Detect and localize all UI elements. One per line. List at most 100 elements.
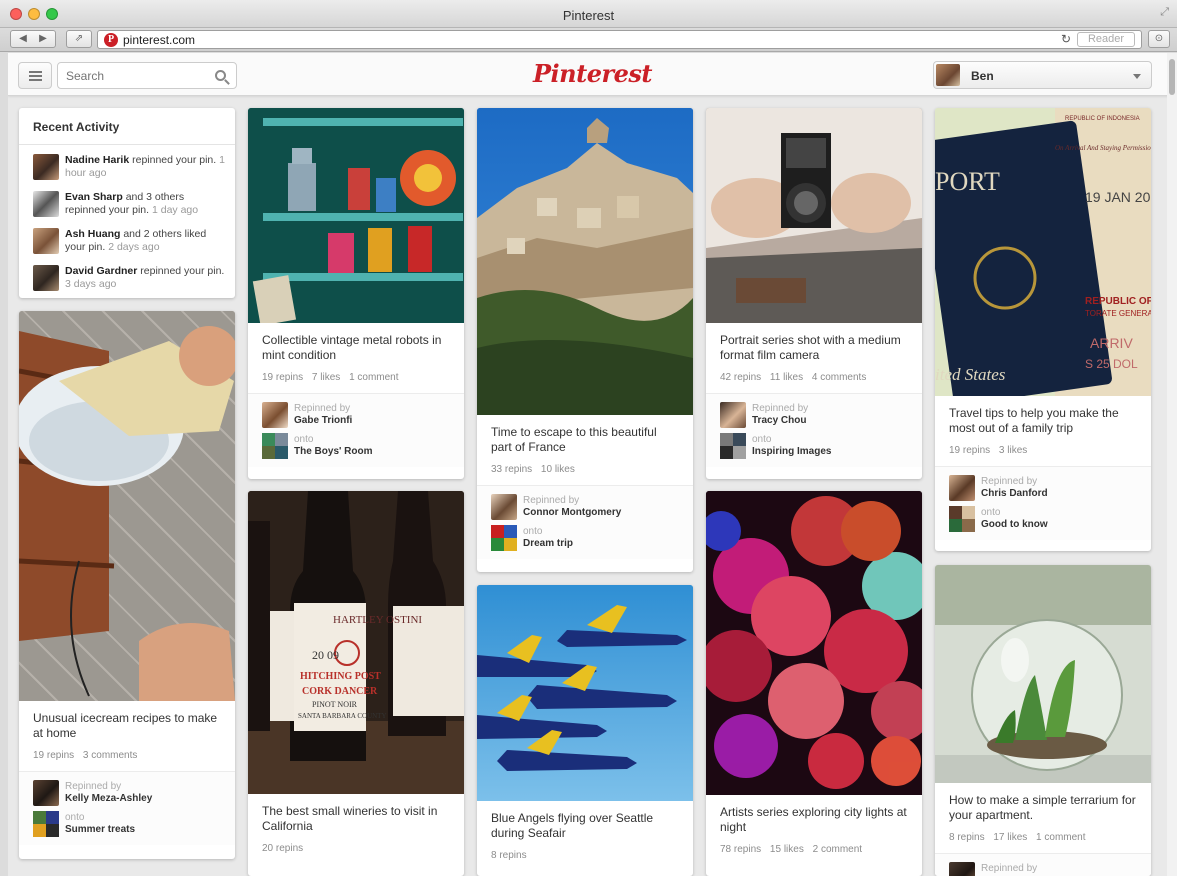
repinned-by-row[interactable]: Repinned by Kelly Meza-Ashley — [33, 780, 221, 806]
pin-card[interactable]: Unusual icecream recipes to make at home… — [19, 311, 235, 859]
repin-count[interactable]: 78 repins — [720, 844, 761, 855]
pin-card[interactable]: PORT ited States REPUBLIC OF INDONESIA O… — [935, 108, 1151, 551]
fullscreen-icon[interactable]: ⤢ — [1160, 6, 1169, 19]
pin-description[interactable]: How to make a simple terrarium for your … — [935, 783, 1151, 823]
repinned-by-row[interactable]: Repinned by — [949, 862, 1137, 876]
pin-card[interactable]: Collectible vintage metal robots in mint… — [248, 108, 464, 479]
board-row[interactable]: onto The Boys' Room — [262, 433, 450, 459]
repin-count[interactable]: 19 repins — [262, 372, 303, 383]
back-icon[interactable]: ◀ — [13, 31, 33, 47]
activity-item[interactable]: Evan Sharp and 3 others repinned your pi… — [19, 191, 235, 219]
avatar[interactable] — [491, 494, 517, 520]
pin-image[interactable] — [477, 108, 693, 415]
like-count[interactable]: 3 likes — [999, 445, 1027, 456]
back-forward-buttons[interactable]: ◀ ▶ — [10, 30, 56, 48]
repinner-name[interactable]: Gabe Trionfi — [294, 415, 352, 427]
comment-count[interactable]: 3 comments — [83, 750, 137, 761]
comment-count[interactable]: 4 comments — [812, 372, 866, 383]
activity-user-name[interactable]: Evan Sharp — [65, 191, 123, 203]
pin-description[interactable]: Artists series exploring city lights at … — [706, 795, 922, 835]
share-button[interactable]: ⇗ — [66, 30, 92, 48]
address-bar[interactable]: P pinterest.com ↻ Reader — [97, 30, 1142, 49]
repin-count[interactable]: 20 repins — [262, 843, 303, 854]
repinner-name[interactable]: Connor Montgomery — [523, 507, 621, 519]
repinned-by-row[interactable]: Repinned by Chris Danford — [949, 475, 1137, 501]
pin-description[interactable]: The best small wineries to visit in Cali… — [248, 794, 464, 834]
downloads-button[interactable]: ⊙ — [1148, 30, 1170, 48]
pin-card[interactable]: HARTLEY OSTINI 20 09 HITCHING POST CORK … — [248, 491, 464, 876]
board-name[interactable]: Summer treats — [65, 824, 135, 836]
pin-image[interactable] — [706, 491, 922, 795]
avatar[interactable] — [949, 862, 975, 876]
activity-user-name[interactable]: Ash Huang — [65, 228, 120, 240]
avatar[interactable] — [33, 780, 59, 806]
like-count[interactable]: 10 likes — [541, 464, 575, 475]
board-thumbnail[interactable] — [491, 525, 517, 551]
board-thumbnail[interactable] — [720, 433, 746, 459]
pin-description[interactable]: Collectible vintage metal robots in mint… — [248, 323, 464, 363]
avatar[interactable] — [33, 154, 59, 180]
pin-image[interactable]: PORT ited States REPUBLIC OF INDONESIA O… — [935, 108, 1151, 396]
pin-image[interactable] — [248, 108, 464, 323]
user-menu[interactable]: Ben — [933, 61, 1152, 89]
avatar[interactable] — [720, 402, 746, 428]
pin-description[interactable]: Unusual icecream recipes to make at home — [19, 701, 235, 741]
board-row[interactable]: onto Inspiring Images — [720, 433, 908, 459]
pin-image[interactable] — [706, 108, 922, 323]
scrollbar-thumb[interactable] — [1169, 59, 1175, 95]
like-count[interactable]: 7 likes — [312, 372, 340, 383]
pin-card[interactable]: Portrait series shot with a medium forma… — [706, 108, 922, 479]
chevron-down-icon[interactable] — [1133, 74, 1141, 79]
like-count[interactable]: 15 likes — [770, 844, 804, 855]
pin-image[interactable]: HARTLEY OSTINI 20 09 HITCHING POST CORK … — [248, 491, 464, 794]
repin-count[interactable]: 19 repins — [33, 750, 74, 761]
board-row[interactable]: onto Summer treats — [33, 811, 221, 837]
activity-item[interactable]: David Gardner repinned your pin. 3 days … — [19, 265, 235, 293]
forward-icon[interactable]: ▶ — [33, 31, 53, 47]
avatar[interactable] — [33, 228, 59, 254]
board-name[interactable]: Dream trip — [523, 538, 573, 550]
pin-description[interactable]: Portrait series shot with a medium forma… — [706, 323, 922, 363]
board-row[interactable]: onto Dream trip — [491, 525, 679, 551]
pin-card[interactable]: Time to escape to this beautiful part of… — [477, 108, 693, 572]
comment-count[interactable]: 2 comment — [813, 844, 862, 855]
pin-card[interactable]: Blue Angels flying over Seattle during S… — [477, 585, 693, 876]
repin-count[interactable]: 19 repins — [949, 445, 990, 456]
board-thumbnail[interactable] — [262, 433, 288, 459]
page-scrollbar[interactable] — [1167, 53, 1177, 876]
user-name[interactable]: Ben — [971, 69, 994, 83]
avatar[interactable] — [33, 191, 59, 217]
pin-image[interactable] — [477, 585, 693, 801]
board-name[interactable]: Inspiring Images — [752, 446, 831, 458]
repin-count[interactable]: 8 repins — [491, 850, 527, 861]
avatar[interactable] — [33, 265, 59, 291]
board-row[interactable]: onto Good to know — [949, 506, 1137, 532]
repin-count[interactable]: 33 repins — [491, 464, 532, 475]
like-count[interactable]: 17 likes — [993, 832, 1027, 843]
board-name[interactable]: The Boys' Room — [294, 446, 373, 458]
pin-description[interactable]: Blue Angels flying over Seattle during S… — [477, 801, 693, 841]
like-count[interactable]: 11 likes — [770, 372, 803, 383]
board-thumbnail[interactable] — [949, 506, 975, 532]
repinner-name[interactable]: Chris Danford — [981, 488, 1048, 500]
activity-item[interactable]: Ash Huang and 2 others liked your pin. 2… — [19, 228, 235, 256]
avatar[interactable] — [949, 475, 975, 501]
repinned-by-row[interactable]: Repinned by Gabe Trionfi — [262, 402, 450, 428]
repinner-name[interactable]: Tracy Chou — [752, 415, 808, 427]
avatar[interactable] — [936, 64, 960, 86]
board-name[interactable]: Good to know — [981, 519, 1048, 531]
repinned-by-row[interactable]: Repinned by Connor Montgomery — [491, 494, 679, 520]
avatar[interactable] — [262, 402, 288, 428]
reader-button[interactable]: Reader — [1077, 32, 1135, 47]
repinned-by-row[interactable]: Repinned by Tracy Chou — [720, 402, 908, 428]
activity-user-name[interactable]: Nadine Harik — [65, 154, 129, 166]
activity-item[interactable]: Nadine Harik repinned your pin. 1 hour a… — [19, 154, 235, 182]
pin-description[interactable]: Time to escape to this beautiful part of… — [477, 415, 693, 455]
repin-count[interactable]: 8 repins — [949, 832, 985, 843]
comment-count[interactable]: 1 comment — [349, 372, 398, 383]
comment-count[interactable]: 1 comment — [1036, 832, 1085, 843]
pin-card[interactable]: Artists series exploring city lights at … — [706, 491, 922, 876]
pin-image[interactable] — [19, 311, 235, 701]
pin-card[interactable]: How to make a simple terrarium for your … — [935, 565, 1151, 876]
repin-count[interactable]: 42 repins — [720, 372, 761, 383]
